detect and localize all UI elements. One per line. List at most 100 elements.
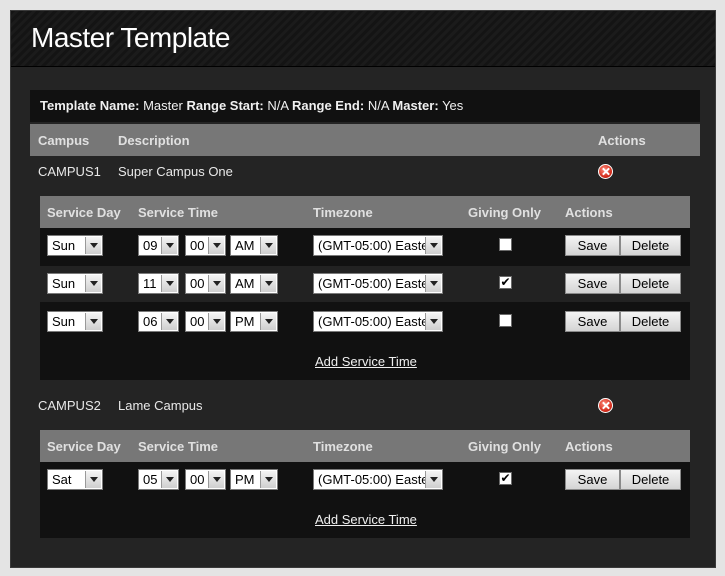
hour-select[interactable]: 11 [138,273,179,294]
column-header-service-day: Service Day [47,439,121,454]
delete-button[interactable]: Delete [620,469,681,490]
chevron-down-icon [85,275,101,292]
save-button[interactable]: Save [565,469,620,490]
chevron-down-icon [85,313,101,330]
minute-select-value: 00 [190,238,205,253]
range-end-label: Range End: [291,98,365,113]
ampm-select[interactable]: PM [230,311,278,332]
column-header-service-day: Service Day [47,205,121,220]
minute-select[interactable]: 00 [185,273,226,294]
hour-select-value: 09 [143,238,158,253]
minute-select-value: 00 [190,276,205,291]
page-header: Master Template [11,11,715,67]
timezone-select[interactable]: (GMT-05:00) Eastern Time [313,235,443,256]
giving-only-checkbox[interactable] [499,238,512,251]
timezone-select[interactable]: (GMT-05:00) Eastern Time [313,311,443,332]
campus-row: CAMPUS2 Lame Campus [30,390,700,420]
timezone-select[interactable]: (GMT-05:00) Eastern Time [313,469,443,490]
hour-select-value: 05 [143,472,158,487]
hour-select[interactable]: 06 [138,311,179,332]
campus-row: CAMPUS1 Super Campus One [30,156,700,186]
campus-description: Lame Campus [118,398,203,413]
save-button[interactable]: Save [565,311,620,332]
ampm-select[interactable]: PM [230,469,278,490]
column-header-giving-only: Giving Only [468,439,541,454]
chevron-down-icon [161,237,177,254]
column-header-description: Description [118,133,190,148]
delete-button[interactable]: Delete [620,273,681,294]
ampm-select-value: PM [235,314,255,329]
hour-select-value: 06 [143,314,158,329]
minute-select-value: 00 [190,472,205,487]
add-service-time-link[interactable]: Add Service Time [315,354,417,369]
chevron-down-icon [260,471,276,488]
service-day-select-value: Sun [52,314,76,329]
service-times-header: Service Day Service Time Timezone Giving On… [40,196,690,228]
chevron-down-icon [425,471,441,488]
column-header-timezone: Timezone [313,205,373,220]
campus-table-body: CAMPUS1 Super Campus One Service Day Servic… [30,156,700,551]
page-frame: Master Template Template Name: Master Ra… [10,10,716,568]
delete-button[interactable]: Delete [620,311,681,332]
ampm-select-value: PM [235,472,255,487]
minute-select[interactable]: 00 [185,469,226,490]
save-button[interactable]: Save [565,235,620,256]
column-header-actions: Actions [565,205,613,220]
delete-button[interactable]: Delete [620,235,681,256]
chevron-down-icon [161,313,177,330]
service-time-row: Sun 11 00 AM (GMT-05:00) Eastern Time ✔ SaveDe… [40,266,690,302]
column-header-giving-only: Giving Only [468,205,541,220]
minute-select[interactable]: 00 [185,311,226,332]
hour-select-value: 11 [143,276,157,291]
hour-select[interactable]: 05 [138,469,179,490]
save-button[interactable]: Save [565,273,620,294]
service-time-row: Sat 05 00 PM (GMT-05:00) Eastern Time ✔ SaveDe… [40,462,690,498]
service-day-select[interactable]: Sat [47,469,103,490]
ampm-select[interactable]: AM [230,273,278,294]
giving-only-checkbox[interactable]: ✔ [499,276,512,289]
column-header-campus: Campus [38,133,90,148]
column-header-actions: Actions [565,439,613,454]
minute-select[interactable]: 00 [185,235,226,256]
range-end-value: N/A [367,98,389,113]
hour-select[interactable]: 09 [138,235,179,256]
timezone-select[interactable]: (GMT-05:00) Eastern Time [313,273,443,294]
chevron-down-icon [260,237,276,254]
column-header-service-time: Service Time [138,205,218,220]
campus-description: Super Campus One [118,164,233,179]
service-day-select-value: Sun [52,276,76,291]
column-header-timezone: Timezone [313,439,373,454]
giving-only-checkbox[interactable] [499,314,512,327]
chevron-down-icon [161,471,177,488]
chevron-down-icon [260,313,276,330]
campus-code: CAMPUS1 [38,164,101,179]
chevron-down-icon [85,237,101,254]
master-value: Yes [442,98,464,113]
chevron-down-icon [425,275,441,292]
range-start-label: Range Start: [186,98,264,113]
ampm-select-value: AM [235,238,255,253]
campus-table-header: Campus Description Actions [30,124,700,156]
remove-campus-icon[interactable] [598,164,613,179]
chevron-down-icon [161,275,177,292]
chevron-down-icon [260,275,276,292]
service-day-select-value: Sat [52,472,72,487]
service-day-select[interactable]: Sun [47,273,103,294]
service-times-header: Service Day Service Time Timezone Giving On… [40,430,690,462]
remove-campus-icon[interactable] [598,398,613,413]
service-day-select[interactable]: Sun [47,311,103,332]
template-name-label: Template Name: [40,98,140,113]
chevron-down-icon [208,275,224,292]
giving-only-checkbox[interactable]: ✔ [499,472,512,485]
service-day-select[interactable]: Sun [47,235,103,256]
chevron-down-icon [85,471,101,488]
template-info-bar: Template Name: Master Range Start: N/A R… [30,90,700,122]
column-header-actions: Actions [598,133,646,148]
chevron-down-icon [208,471,224,488]
ampm-select[interactable]: AM [230,235,278,256]
range-start-value: N/A [267,98,289,113]
template-name-value: Master [143,98,183,113]
ampm-select-value: AM [235,276,255,291]
add-service-time-link[interactable]: Add Service Time [315,512,417,527]
master-label: Master: [392,98,439,113]
